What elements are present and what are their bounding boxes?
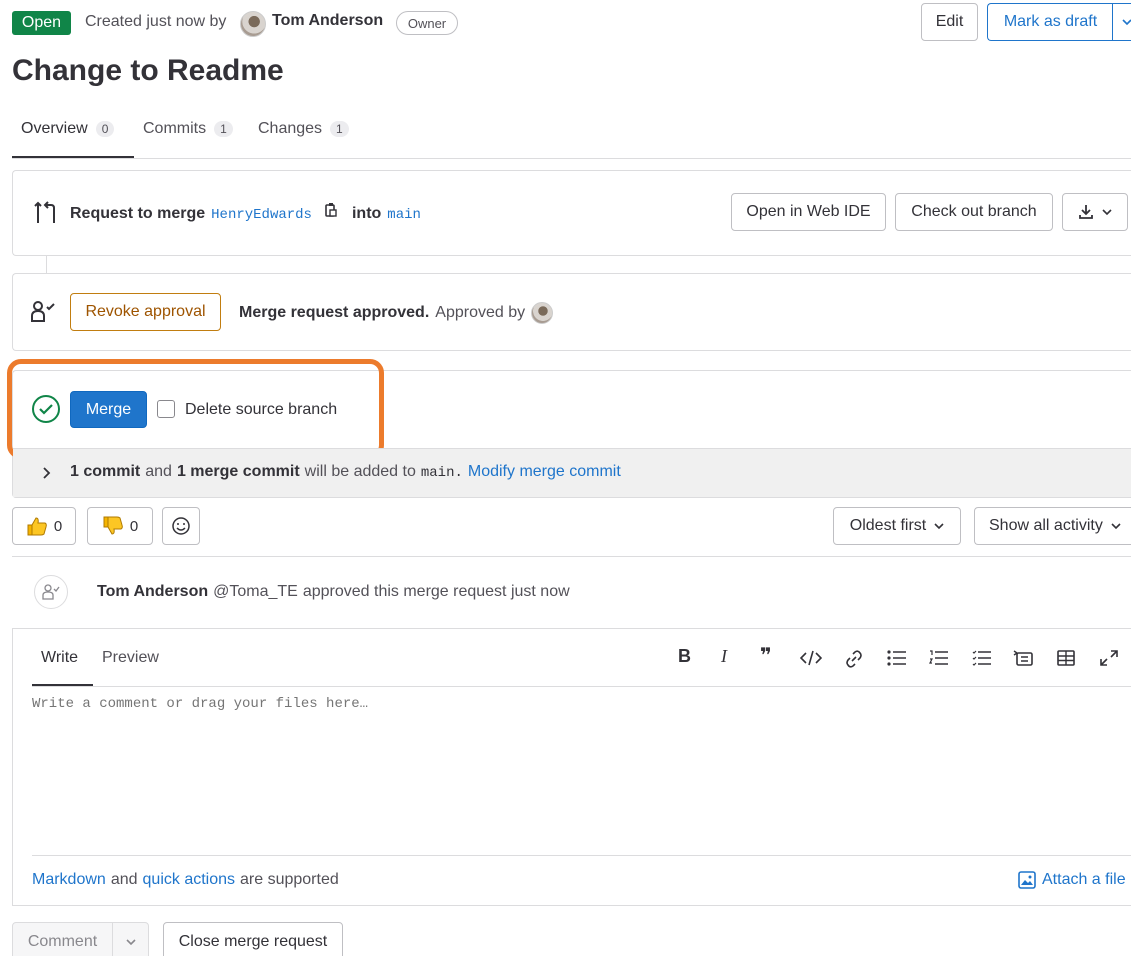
editor-help-text: Markdown and quick actions are supported — [32, 871, 339, 889]
approver-avatar[interactable] — [531, 302, 554, 324]
task-list-icon[interactable] — [972, 650, 992, 666]
tab-commits-label: Commits — [143, 120, 207, 137]
copy-icon[interactable] — [324, 202, 338, 218]
download-dropdown[interactable] — [1062, 193, 1128, 231]
reactions-divider — [12, 556, 1131, 557]
revoke-approval-button[interactable]: Revoke approval — [70, 293, 221, 331]
fullscreen-icon[interactable] — [1100, 650, 1118, 666]
tab-write[interactable]: Write — [41, 649, 78, 667]
quick-actions-link[interactable]: quick actions — [143, 871, 236, 889]
comment-button[interactable]: Comment — [12, 922, 113, 956]
editor-footer-divider — [32, 855, 1131, 856]
attach-file-button[interactable]: Attach a file — [1018, 871, 1126, 889]
chevron-down-icon — [125, 937, 136, 947]
activity-filter-dropdown[interactable]: Show all activity — [974, 507, 1131, 545]
image-icon — [1018, 871, 1036, 889]
approved-text: Merge request approved. — [239, 304, 430, 321]
sort-label: Oldest first — [849, 517, 927, 534]
activity-icon — [34, 575, 68, 609]
comment-label: Comment — [27, 933, 98, 950]
page-title: Change to Readme — [12, 54, 284, 87]
thumbs-down-count: 0 — [129, 517, 139, 535]
commit-count: 1 commit — [70, 463, 141, 480]
chevron-down-icon — [934, 521, 944, 531]
thumbs-up-button[interactable]: 0 — [12, 507, 76, 545]
modify-merge-commit-link[interactable]: Modify merge commit — [468, 463, 621, 481]
status-badge: Open — [12, 11, 71, 35]
attach-file-label: Attach a file — [1042, 871, 1126, 888]
supported-text: are supported — [240, 871, 339, 888]
activity-handle[interactable]: @Toma_TE — [213, 583, 298, 601]
thumbs-down-icon — [102, 516, 124, 536]
bold-icon[interactable]: B — [678, 646, 691, 667]
activity-action: approved this merge request just now — [302, 583, 570, 600]
numbered-list-icon[interactable] — [929, 650, 949, 666]
thumbs-up-icon — [26, 516, 48, 536]
timeline-connector — [46, 256, 47, 273]
editor-tabs-divider — [32, 686, 1131, 687]
smiley-icon — [172, 517, 190, 535]
and-text: and — [110, 871, 138, 888]
will-be-added-text: will be added to — [304, 463, 416, 480]
mark-as-draft-button[interactable]: Mark as draft — [987, 3, 1113, 41]
chevron-down-icon — [1122, 17, 1131, 27]
check-out-branch-button[interactable]: Check out branch — [895, 193, 1053, 231]
collapsible-icon[interactable] — [1013, 650, 1033, 666]
created-text: Created just now by — [85, 13, 227, 30]
approved-by-text: Approved by — [435, 304, 526, 321]
comment-options-dropdown[interactable] — [112, 922, 149, 956]
activity-user[interactable]: Tom Anderson — [97, 583, 208, 601]
approval-icon — [42, 584, 60, 600]
code-icon[interactable] — [800, 650, 822, 666]
add-reaction-button[interactable] — [162, 507, 200, 545]
thumbs-up-count: 0 — [53, 517, 63, 535]
commit-info-text: 1 commit and 1 merge commit will be adde… — [70, 463, 621, 481]
request-to-merge-label: Request to merge — [70, 205, 206, 222]
author-avatar[interactable] — [240, 11, 266, 37]
activity-text: Tom Anderson @Toma_TE approved this merg… — [97, 583, 570, 601]
table-icon[interactable] — [1057, 650, 1075, 666]
highlight-box — [7, 359, 384, 459]
approval-status: Merge request approved. Approved by — [239, 302, 554, 324]
italic-icon[interactable]: I — [721, 646, 727, 667]
filter-label: Show all activity — [989, 517, 1103, 534]
merge-request-icon — [32, 199, 58, 225]
tabs-divider — [12, 158, 1131, 159]
merge-request-text: Request to merge HenryEdwards into main — [70, 202, 421, 223]
chevron-right-icon[interactable] — [41, 467, 51, 479]
close-merge-request-button[interactable]: Close merge request — [163, 922, 343, 956]
edit-button[interactable]: Edit — [921, 3, 978, 41]
target-branch-link[interactable]: main — [387, 207, 421, 223]
thumbs-down-button[interactable]: 0 — [87, 507, 153, 545]
tab-overview-label: Overview — [21, 120, 88, 137]
mark-as-draft-label: Mark as draft — [1003, 13, 1098, 30]
open-in-web-ide-button[interactable]: Open in Web IDE — [731, 193, 886, 231]
chevron-down-icon — [1111, 521, 1121, 531]
link-icon[interactable] — [845, 650, 863, 668]
tab-overview[interactable]: Overview 0 — [21, 120, 115, 138]
chevron-down-icon — [1102, 207, 1112, 217]
target-branch-name: main. — [420, 465, 463, 481]
tab-changes[interactable]: Changes 1 — [258, 120, 349, 138]
sort-dropdown[interactable]: Oldest first — [833, 507, 961, 545]
tab-preview[interactable]: Preview — [102, 649, 159, 667]
tab-overview-count: 0 — [95, 121, 115, 137]
comment-textarea[interactable] — [32, 696, 1131, 854]
markdown-link[interactable]: Markdown — [32, 871, 106, 889]
more-actions-dropdown[interactable] — [1112, 3, 1131, 41]
author-name[interactable]: Tom Anderson — [272, 12, 383, 30]
quote-icon[interactable]: ❞ — [760, 643, 772, 668]
bullet-list-icon[interactable] — [887, 650, 907, 666]
merge-commit-count: 1 merge commit — [176, 463, 300, 480]
approval-icon — [30, 299, 56, 325]
tab-changes-count: 1 — [330, 121, 349, 137]
role-badge: Owner — [396, 11, 458, 35]
download-icon — [1078, 204, 1094, 220]
tab-commits-count: 1 — [214, 121, 233, 137]
tab-commits[interactable]: Commits 1 — [143, 120, 233, 138]
source-branch-link[interactable]: HenryEdwards — [211, 207, 312, 223]
tab-changes-label: Changes — [258, 120, 323, 137]
and-text: and — [145, 463, 172, 480]
into-label: into — [351, 205, 382, 222]
